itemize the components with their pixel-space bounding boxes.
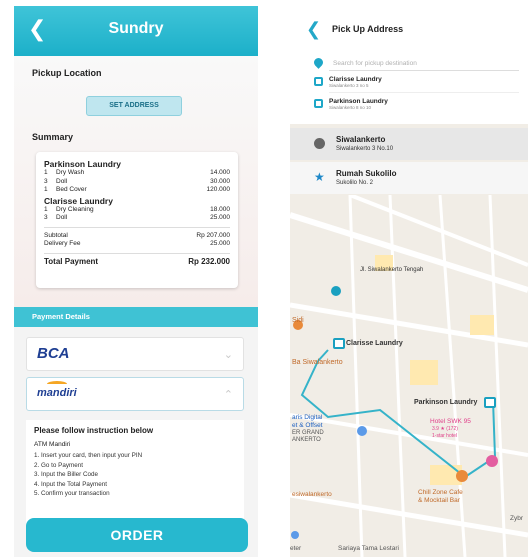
map-label-eter: eter: [290, 545, 302, 552]
map-view[interactable]: Jl. Siwalankerto Tengah Clarisse Laundry…: [290, 193, 528, 557]
order-button[interactable]: ORDER: [26, 518, 248, 552]
set-address-button[interactable]: SET ADDRESS: [86, 96, 182, 116]
app-header: ❮ Sundry: [14, 6, 258, 56]
chevron-up-icon: ⌃: [223, 389, 233, 401]
map-label-sariaya: Sariaya Tama Lestari: [338, 545, 399, 552]
search-input[interactable]: Search for pickup destination: [329, 57, 519, 71]
payment-details-header: Payment Details: [14, 307, 258, 327]
map-label-mocktail: & Mocktail Bar: [418, 497, 460, 504]
subtotal-row: Subtotal Rp 207.000: [44, 231, 230, 239]
laundry-stop-icon: [314, 99, 323, 108]
route-stop-item[interactable]: Parkinson Laundry Siwalankerto 8 no 10: [329, 95, 519, 115]
map-label-digital: aris Digital: [292, 414, 323, 421]
order-summary-screen: ❮ Sundry Pickup Location SET ADDRESS Sum…: [14, 6, 258, 557]
mandiri-logo: mandiri: [37, 387, 77, 399]
shop-name: Clarisse Laundry: [44, 195, 113, 206]
instruction-step: 4. Input the Total Payment: [34, 480, 108, 488]
instruction-step: 1. Insert your card, then input your PIN: [34, 452, 143, 459]
route-stops: Search for pickup destination Clarisse L…: [307, 46, 520, 126]
order-item-row: 3 Doll 25.000: [44, 214, 230, 221]
instruction-step: 5. Confirm your transaction: [34, 490, 110, 497]
order-item-row: 1 Dry Cleaning 18.000: [44, 205, 230, 213]
location-pin-icon: [312, 56, 325, 69]
instruction-step: 2. Go to Payment: [34, 461, 84, 469]
map-label-hotel-type: 1-star hotel: [432, 433, 458, 439]
order-item-row: 1 Dry Wash 14.000: [44, 169, 230, 176]
chevron-down-icon: ⌄: [223, 349, 233, 361]
laundry-stop-icon: [314, 77, 323, 86]
shop-name: Parkinson Laundry: [44, 159, 121, 169]
page-title: Sundry: [108, 20, 164, 37]
map-label-parkinson: Parkinson Laundry: [414, 399, 478, 406]
instruction-subtitle: ATM Mandiri: [34, 441, 71, 448]
map-label-grand: ER GRAND: [292, 430, 324, 436]
pickup-address-screen: Jl. Siwalankerto Tengah Clarisse Laundry…: [290, 6, 528, 557]
route-stop-item[interactable]: Clarisse Laundry Siwalankerto 3 no 5: [329, 73, 519, 93]
total-payment-row: Total Payment Rp 232.000: [44, 252, 230, 267]
saved-location-item[interactable]: ★ Rumah Sukolilo Sukolilo No. 2: [290, 162, 528, 194]
instruction-step: 3. Input the Biller Code: [34, 471, 99, 478]
pickup-location-label: Pickup Location: [32, 68, 102, 78]
chevron-left-icon[interactable]: ❮: [306, 20, 321, 38]
map-label-hotel-rating: 3.9 ★ (172): [432, 426, 458, 432]
summary-card: Parkinson Laundry 1 Dry Wash 14.000 3 Doll 3…: [36, 152, 238, 288]
delivery-fee-row: Delivery Fee 25.000: [44, 240, 230, 247]
map-label-siwalan: esiwalankerto: [292, 491, 332, 498]
bank-option-mandiri[interactable]: mandiri ⌃: [26, 377, 244, 411]
map-label-street: Jl. Siwalankerto Tengah: [360, 267, 424, 273]
map-label-sidi: Sidi: [292, 317, 304, 324]
bank-option-bca[interactable]: BCA ⌄: [26, 337, 244, 371]
map-label-clarisse: Clarisse Laundry: [346, 340, 403, 347]
summary-label: Summary: [32, 132, 74, 142]
map-label-chill: Chill Zone Cafe: [418, 489, 463, 496]
instruction-title: Please follow instruction below: [34, 426, 154, 435]
map-label-offset: et & Offset: [292, 422, 323, 429]
recent-location-item[interactable]: Siwalankerto Siwalankerto 3 No.10: [290, 128, 528, 160]
map-label-ankerto: ANKERTO: [292, 437, 321, 443]
clock-icon: [314, 138, 325, 149]
payment-instructions: Please follow instruction below ATM Mand…: [26, 420, 244, 530]
summary-section: Pickup Location SET ADDRESS Summary Park…: [14, 56, 258, 307]
order-item-row: 1 Bed Cover 120.000: [44, 186, 230, 193]
order-item-row: 3 Doll 30.000: [44, 177, 230, 185]
map-label-ba: Ba Siwalankerto: [292, 359, 343, 366]
map-label-hotel: Hotel SWK 95: [430, 418, 471, 425]
star-icon: ★: [314, 170, 325, 184]
page-title: Pick Up Address: [332, 24, 404, 34]
pickup-address-panel: ❮ Pick Up Address Search for pickup dest…: [290, 6, 528, 124]
map-label-zybr: Zybr: [510, 515, 523, 522]
bca-logo: BCA: [37, 345, 70, 362]
